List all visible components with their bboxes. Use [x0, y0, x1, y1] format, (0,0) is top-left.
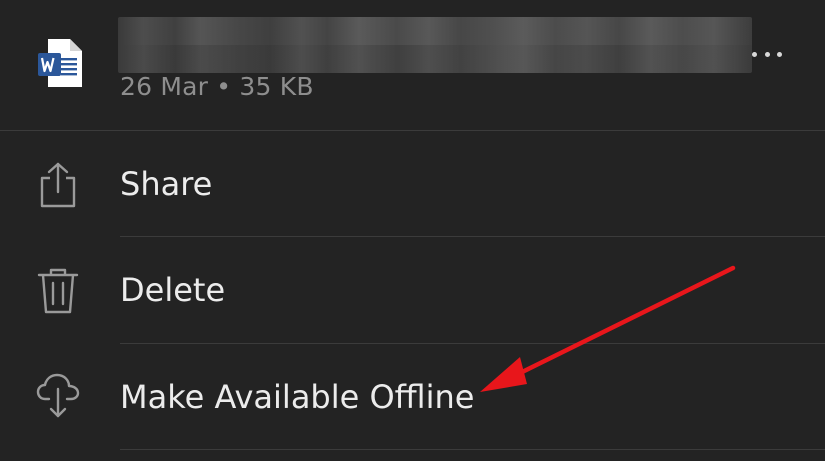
file-header: 26 Mar • 35 KB	[0, 0, 825, 130]
more-dot-icon	[752, 51, 757, 57]
file-meta: 26 Mar • 35 KB	[120, 72, 314, 101]
menu-item-label: Make Available Offline	[120, 378, 475, 416]
menu-item-delete[interactable]: Delete	[0, 237, 825, 343]
share-icon	[40, 162, 76, 208]
more-options-button[interactable]	[752, 44, 782, 64]
menu-item-share[interactable]: Share	[0, 131, 825, 237]
menu-item-make-available-offline[interactable]: Make Available Offline	[0, 344, 825, 450]
menu-item-label: Delete	[120, 271, 226, 309]
cloud-download-icon	[36, 373, 80, 418]
more-dot-icon	[764, 51, 770, 57]
action-sheet: 26 Mar • 35 KB Share Delete Make Availab…	[0, 0, 825, 461]
trash-icon	[37, 268, 79, 314]
word-document-icon	[38, 39, 82, 87]
more-dot-icon	[777, 51, 782, 57]
file-name-redacted	[118, 17, 752, 73]
menu-divider	[120, 449, 825, 450]
menu-item-label: Share	[120, 165, 213, 203]
